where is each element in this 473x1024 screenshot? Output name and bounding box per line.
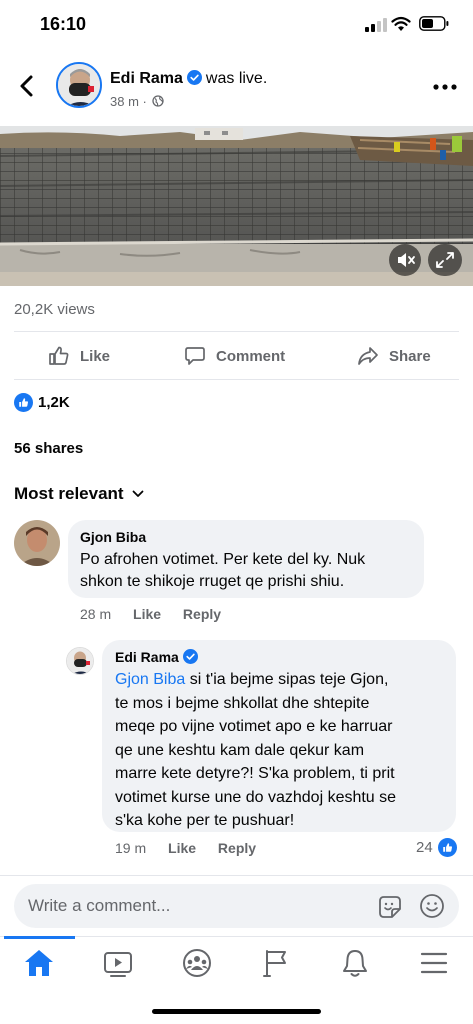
reply-line: marre kete detyre?! S'ka problem, ti pri… <box>115 765 395 782</box>
reply-line: qe une keshtu kam dale qekur kam <box>115 741 365 759</box>
home-indicator <box>152 1009 321 1014</box>
cellular-signal-icon <box>365 18 387 32</box>
comment-actions: 28 m Like Reply <box>80 606 239 622</box>
wifi-icon <box>391 16 411 31</box>
author-line: Edi Rama was live. <box>110 70 267 88</box>
status-time: 16:10 <box>40 14 87 34</box>
verified-badge-icon <box>186 70 202 85</box>
comment-time: 28 m <box>80 606 112 622</box>
comment-text: Po afrohen votimet. Per kete del ky. Nuk… <box>80 549 365 593</box>
battery-icon <box>419 16 449 31</box>
share-arrow-icon <box>358 347 378 365</box>
view-count: 20,2K views <box>14 301 95 318</box>
gif-sticker-icon[interactable] <box>376 893 404 921</box>
reply-actions: 19 m Like Reply <box>115 840 274 856</box>
thumbs-up-icon <box>49 346 69 365</box>
post-time: 38 m <box>110 94 139 109</box>
home-icon[interactable] <box>22 947 56 979</box>
comment-line: Po afrohen votimet. Per kete del ky. Nuk <box>80 551 366 568</box>
reply-author-line: Edi Rama <box>115 649 202 665</box>
reply-like-button[interactable]: Like <box>168 840 196 856</box>
sort-label: Most relevant <box>14 484 124 503</box>
pages-flag-icon[interactable] <box>259 947 293 979</box>
more-options-icon[interactable] <box>432 82 458 92</box>
divider <box>14 379 459 380</box>
divider <box>0 875 473 876</box>
comment-input[interactable]: Write a comment... <box>28 896 170 916</box>
reply-author[interactable]: Edi Rama <box>115 649 179 665</box>
share-button[interactable]: Share <box>357 341 431 371</box>
comment-bubble-icon <box>185 347 205 365</box>
reactions-summary[interactable]: 1,2K <box>14 391 70 413</box>
reply-line: si t'ia bejme sipas teje Gjon, <box>185 671 389 688</box>
commenter-photo-icon <box>14 520 60 566</box>
like-button[interactable]: Like <box>48 341 110 371</box>
menu-icon[interactable] <box>417 947 451 979</box>
post-action-text: was live. <box>205 70 268 87</box>
comment-reply-button[interactable]: Reply <box>183 606 221 622</box>
author-avatar[interactable] <box>56 62 102 108</box>
reply-text: Gjon Biba si t'ia bejme sipas teje Gjon,… <box>115 668 396 833</box>
author-name[interactable]: Edi Rama <box>110 70 183 87</box>
notifications-bell-icon[interactable] <box>338 947 372 979</box>
reaction-count: 1,2K <box>38 393 70 411</box>
emoji-icon[interactable] <box>418 892 446 920</box>
like-label: Like <box>80 347 111 365</box>
reply-line: meqe po vijne votimet apo e ke harruar <box>115 718 393 735</box>
video-icon[interactable] <box>101 947 135 979</box>
reply-line: votimet kurse une do vazhdoj keshtu se <box>115 788 397 806</box>
expand-icon <box>436 252 454 268</box>
author-photo-icon <box>58 64 100 106</box>
divider <box>14 331 459 332</box>
share-count[interactable]: 56 shares <box>14 440 83 457</box>
groups-icon[interactable] <box>180 947 214 979</box>
reply-time: 19 m <box>115 840 147 856</box>
reply-reaction-count: 24 <box>416 839 433 856</box>
comment-sort-dropdown[interactable]: Most relevant <box>14 484 144 504</box>
comment-composer[interactable]: Write a comment... <box>14 884 459 928</box>
reply-author-photo-icon <box>67 648 93 674</box>
bottom-tab-bar <box>0 936 473 992</box>
speaker-muted-icon <box>398 253 415 267</box>
share-label: Share <box>389 347 431 365</box>
mute-button[interactable] <box>389 244 421 276</box>
back-arrow-icon[interactable] <box>14 72 40 100</box>
fullscreen-button[interactable] <box>428 244 462 276</box>
reply-reply-button[interactable]: Reply <box>218 840 256 856</box>
post-meta: 38 m · <box>110 94 165 109</box>
commenter-avatar[interactable] <box>14 520 60 566</box>
like-reaction-icon <box>14 392 33 412</box>
comment-author[interactable]: Gjon Biba <box>80 529 146 545</box>
reply-author-avatar[interactable] <box>66 647 94 675</box>
chevron-down-icon <box>132 490 143 497</box>
like-reaction-icon <box>437 838 457 857</box>
live-video-player[interactable] <box>0 126 473 286</box>
comment-button[interactable]: Comment <box>184 341 285 371</box>
post-header: Edi Rama was live. 38 m · <box>0 58 473 120</box>
active-tab-indicator <box>4 936 75 939</box>
comment-line: shkon te shikoje rruget qe prishi shiu. <box>80 573 345 590</box>
comment-like-button[interactable]: Like <box>133 606 161 622</box>
reply-reactions[interactable]: 24 <box>416 838 457 857</box>
reply-line: te mos i bejme shkollat dhe shtepite <box>115 694 370 712</box>
verified-badge-icon <box>182 649 198 664</box>
globe-icon <box>152 95 165 107</box>
reply-line: s'ka kohe per te pushuar! <box>115 812 295 829</box>
mention-link[interactable]: Gjon Biba <box>115 671 185 688</box>
status-bar: 16:10 <box>0 0 473 50</box>
comment-label: Comment <box>216 347 286 365</box>
